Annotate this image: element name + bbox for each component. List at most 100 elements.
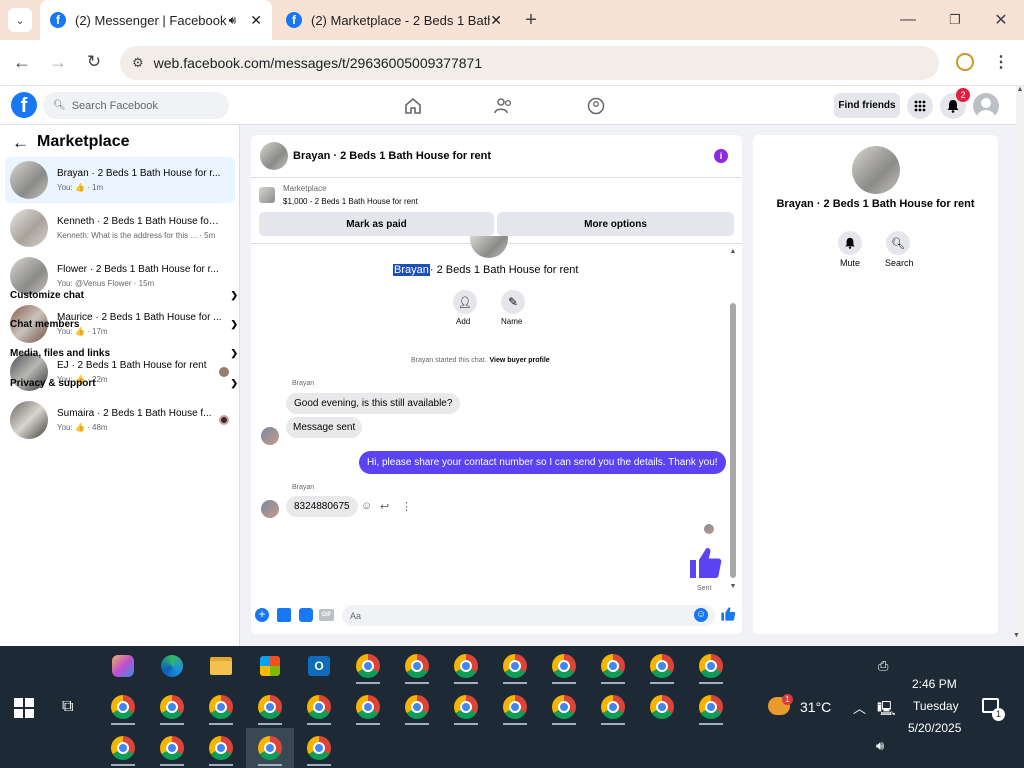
back-icon[interactable]: ←: [10, 50, 34, 74]
chrome-icon[interactable]: [451, 692, 481, 725]
close-tab-icon[interactable]: ✕: [490, 12, 502, 29]
tab-search-button[interactable]: ⌄: [8, 8, 32, 32]
store-icon[interactable]: [255, 651, 285, 681]
chrome-icon[interactable]: [598, 651, 628, 684]
home-icon[interactable]: [402, 95, 424, 117]
reload-icon[interactable]: ↻: [82, 50, 106, 74]
minimize-button[interactable]: —: [896, 8, 920, 32]
chrome-icon[interactable]: [500, 692, 530, 725]
chrome-icon[interactable]: [353, 651, 383, 684]
menu-grid-icon[interactable]: [907, 93, 933, 119]
copilot-icon[interactable]: [108, 651, 138, 681]
outgoing-message-bubble[interactable]: Hi, please share your contact number so …: [359, 451, 726, 474]
chevron-up-icon[interactable]: ︿: [853, 698, 866, 717]
customize-chat-section[interactable]: Customize chat ❯: [10, 286, 238, 304]
chrome-icon[interactable]: [402, 692, 432, 725]
add-person-button[interactable]: 👤︎: [453, 290, 477, 314]
tab-messenger[interactable]: f (2) Messenger | Facebook 🔊︎ ✕: [40, 0, 272, 40]
scroll-down-arrow-icon[interactable]: ▼: [1013, 632, 1020, 639]
chrome-icon[interactable]: [696, 692, 726, 725]
new-tab-button[interactable]: +: [519, 8, 543, 32]
outlook-icon[interactable]: O: [304, 651, 334, 681]
chrome-icon[interactable]: [549, 651, 579, 684]
message-bubble[interactable]: Good evening, is this still available?: [286, 393, 461, 414]
chrome-icon-active[interactable]: [255, 733, 285, 766]
emoji-icon[interactable]: ☺: [694, 608, 708, 622]
page-scrollbar[interactable]: ▲: [1016, 86, 1024, 646]
chrome-icon[interactable]: [108, 733, 138, 766]
facebook-search[interactable]: 🔍︎ Search Facebook: [43, 92, 229, 119]
close-window-button[interactable]: ✕: [989, 8, 1013, 32]
react-emoji-icon[interactable]: ☺: [361, 500, 372, 512]
chat-title[interactable]: Brayan · 2 Beds 1 Bath House for rent: [293, 150, 491, 162]
groups-icon[interactable]: [585, 95, 607, 117]
conversation-item[interactable]: Sumaira · 2 Beds 1 Bath House f... You: …: [5, 397, 235, 443]
chrome-icon[interactable]: [108, 692, 138, 725]
chrome-icon[interactable]: [500, 651, 530, 684]
conversation-item[interactable]: Kenneth · 2 Beds 1 Bath House for ... Ke…: [5, 205, 235, 251]
chrome-icon[interactable]: [647, 692, 677, 722]
media-files-links-section[interactable]: Media, files and links ❯: [10, 344, 238, 362]
plus-icon[interactable]: +: [255, 608, 269, 622]
clock-time[interactable]: 2:46 PM: [912, 677, 957, 691]
friends-icon[interactable]: [493, 95, 515, 117]
conversation-item[interactable]: Brayan · 2 Beds 1 Bath House for r... Yo…: [5, 157, 235, 203]
chat-header-avatar[interactable]: [260, 142, 288, 170]
chrome-icon[interactable]: [598, 692, 628, 725]
chrome-icon[interactable]: [206, 692, 236, 725]
find-friends-button[interactable]: Find friends: [834, 93, 900, 118]
volume-icon[interactable]: 🔊︎: [876, 738, 884, 754]
chrome-icon[interactable]: [647, 651, 677, 684]
chrome-icon[interactable]: [402, 651, 432, 684]
message-bubble[interactable]: 8324880675: [286, 496, 358, 517]
site-info-icon[interactable]: ⚙︎: [132, 55, 144, 71]
chrome-icon[interactable]: [549, 692, 579, 725]
more-actions-icon[interactable]: ⋮: [401, 500, 412, 513]
restore-button[interactable]: ❐: [943, 8, 967, 32]
clock-date[interactable]: 5/20/2025: [908, 721, 961, 735]
clock-day[interactable]: Tuesday: [913, 699, 959, 713]
thumbs-up-icon[interactable]: [687, 545, 723, 586]
task-view-icon[interactable]: ⧉: [62, 698, 73, 716]
chrome-icon[interactable]: [206, 733, 236, 766]
file-explorer-icon[interactable]: [206, 651, 236, 681]
more-options-button[interactable]: More options: [497, 212, 734, 236]
chat-members-section[interactable]: Chat members ❯: [10, 315, 238, 333]
back-arrow-icon[interactable]: ←: [12, 133, 29, 153]
account-avatar[interactable]: [973, 93, 999, 119]
info-icon[interactable]: i: [714, 149, 728, 163]
meet-now-icon[interactable]: ⎙: [878, 658, 888, 674]
privacy-support-section[interactable]: Privacy & support ❯: [10, 374, 238, 392]
gallery-icon[interactable]: [277, 608, 291, 622]
message-bubble[interactable]: Message sent: [286, 417, 363, 438]
network-icon[interactable]: 🖳︎: [877, 698, 896, 722]
chrome-icon[interactable]: [255, 692, 285, 725]
chrome-icon[interactable]: [157, 692, 187, 725]
profile-icon[interactable]: [953, 50, 977, 74]
windows-start-icon[interactable]: [14, 698, 34, 723]
view-buyer-profile-link[interactable]: View buyer profile: [489, 357, 549, 364]
close-tab-icon[interactable]: ✕: [250, 12, 262, 29]
address-bar[interactable]: ⚙︎ web.facebook.com/messages/t/296360050…: [120, 46, 939, 80]
search-in-chat-button[interactable]: 🔍︎: [886, 231, 910, 255]
menu-kebab-icon[interactable]: ⋮: [989, 50, 1013, 74]
chrome-icon[interactable]: [157, 733, 187, 766]
chrome-icon[interactable]: [451, 651, 481, 684]
edge-icon[interactable]: [157, 651, 187, 681]
chrome-icon[interactable]: [353, 692, 383, 725]
chrome-icon[interactable]: [304, 692, 334, 725]
reply-icon[interactable]: ↩: [380, 500, 389, 513]
message-input[interactable]: Aa: [342, 605, 715, 626]
forward-icon[interactable]: →: [46, 50, 70, 74]
chat-scrollbar[interactable]: ▲ ▼: [728, 248, 738, 590]
sticker-icon[interactable]: [299, 608, 313, 622]
send-thumbs-up-icon[interactable]: [720, 606, 736, 627]
temperature[interactable]: 31°C: [800, 699, 831, 715]
chrome-icon[interactable]: [696, 651, 726, 684]
tab-marketplace[interactable]: f (2) Marketplace - 2 Beds 1 Bath ✕: [276, 0, 512, 40]
mute-button[interactable]: [838, 231, 862, 255]
facebook-logo[interactable]: f: [11, 92, 37, 118]
gif-icon[interactable]: GIF: [319, 609, 334, 621]
mark-as-paid-button[interactable]: Mark as paid: [259, 212, 494, 236]
chrome-icon[interactable]: [304, 733, 334, 766]
